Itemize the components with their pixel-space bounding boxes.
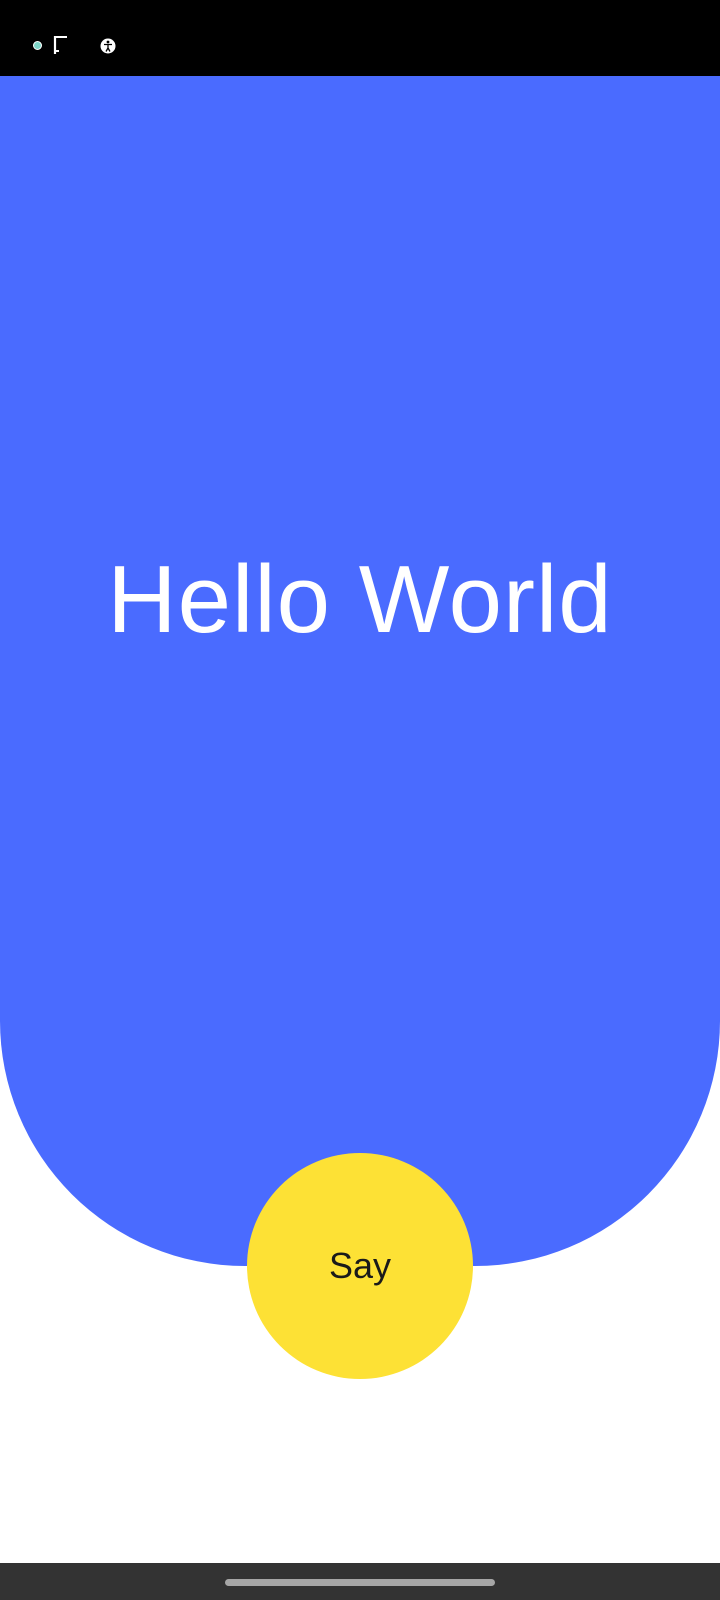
status-bar [0, 0, 720, 76]
flag-icon [53, 36, 67, 54]
accessibility-icon [100, 38, 116, 54]
notification-dot-icon [33, 41, 42, 50]
hero-panel [0, 76, 720, 1266]
say-button[interactable]: Say [247, 1153, 473, 1379]
home-handle[interactable] [225, 1579, 495, 1586]
navigation-bar [0, 1563, 720, 1600]
hero-title: Hello World [107, 546, 613, 653]
app-screen: Hello World Say [0, 0, 720, 1600]
